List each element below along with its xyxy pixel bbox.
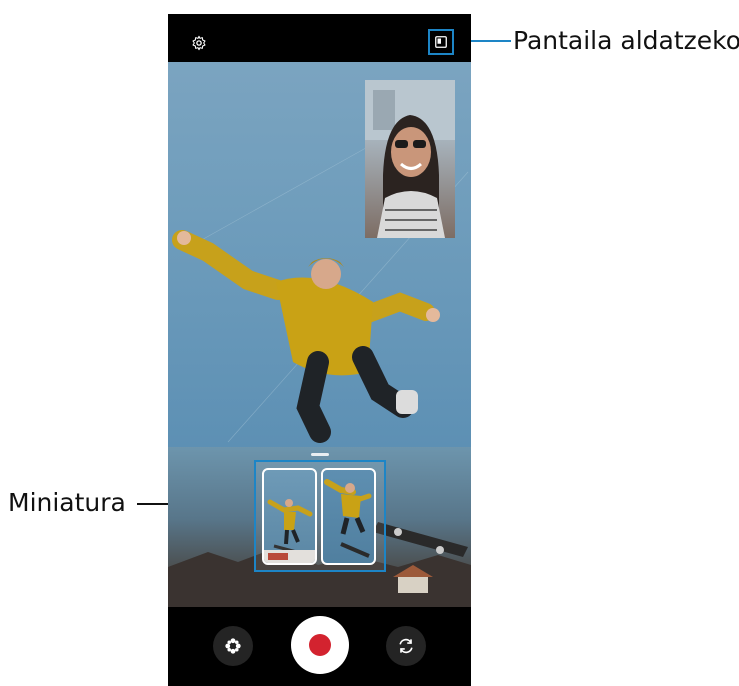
camera-viewfinder[interactable] [168,62,471,447]
screen-switch-button[interactable] [428,29,454,55]
flower-effect-icon [225,638,241,654]
picture-in-picture-icon [435,36,447,48]
rotate-camera-icon [399,638,413,654]
camera-controls [168,607,471,686]
thumbnail-callout-label: Miniatura [8,488,126,517]
top-bar [168,14,471,62]
thumbnail-1-image [264,499,315,563]
gear-icon [192,35,206,51]
camera-screen [168,14,471,686]
thumbnail-2-image [324,479,372,558]
front-camera-preview[interactable] [365,80,455,238]
effects-button[interactable] [213,626,253,666]
thumbnail-strip [168,447,471,607]
woman-selfie-image [365,80,455,238]
switch-camera-button[interactable] [386,626,426,666]
record-icon [309,634,331,656]
thumbnail-group[interactable] [254,460,386,572]
drag-handle[interactable] [311,453,329,456]
settings-button[interactable] [186,30,212,56]
screen-switch-callout-label: Pantaila aldatzeko [513,26,739,55]
thumbnail-1[interactable] [262,468,317,565]
record-button[interactable] [291,616,349,674]
thumbnail-2[interactable] [321,468,376,565]
